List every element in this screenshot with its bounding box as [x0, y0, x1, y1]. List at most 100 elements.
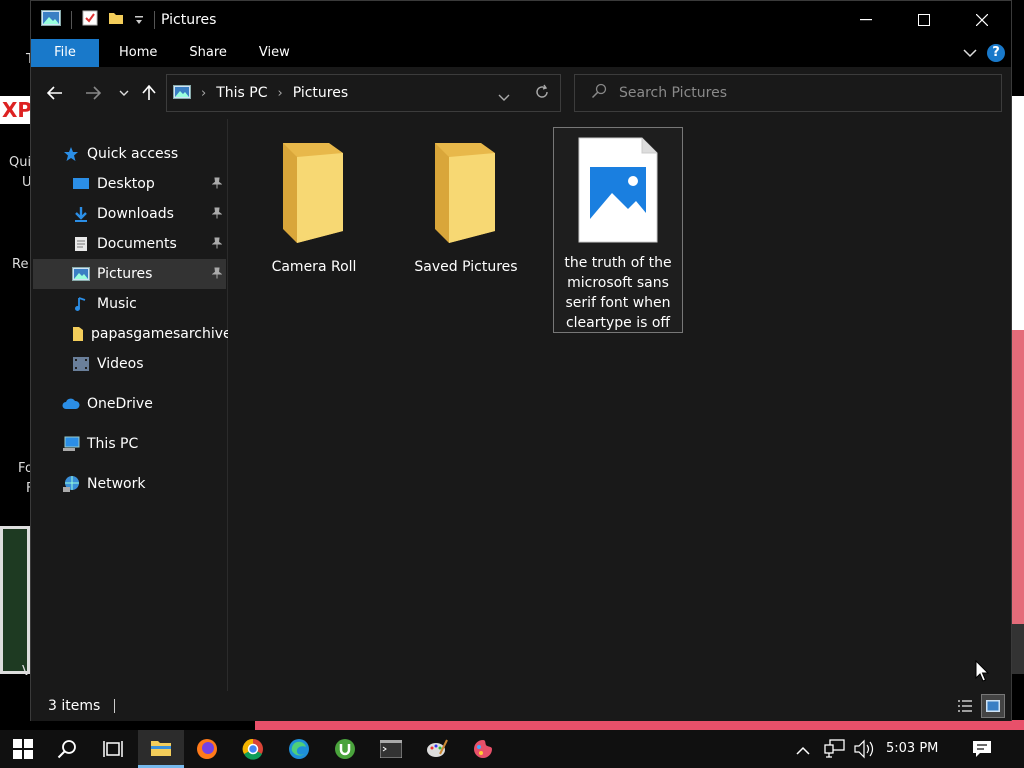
- navigation-pane: Quick access Desktop Downloads Documents: [31, 119, 228, 691]
- pin-icon[interactable]: [211, 267, 223, 283]
- taskbar-clock[interactable]: 5:03 PM: [886, 730, 938, 768]
- customize-quick-access-icon[interactable]: [134, 11, 144, 30]
- details-view-button[interactable]: [953, 694, 977, 718]
- pin-icon[interactable]: [211, 177, 223, 193]
- nav-item-pictures[interactable]: Pictures: [33, 259, 226, 289]
- help-icon[interactable]: ?: [987, 43, 1005, 62]
- taskbar-cmd-icon[interactable]: [368, 730, 414, 768]
- item-label: the truth of the microsoft sans serif fo…: [564, 255, 672, 331]
- up-button[interactable]: [137, 81, 161, 105]
- new-folder-icon[interactable]: [108, 10, 124, 30]
- nav-item-videos[interactable]: Videos: [71, 349, 226, 379]
- nav-item-label: Pictures: [97, 266, 153, 282]
- back-button[interactable]: [43, 81, 67, 105]
- window-title: Pictures: [161, 12, 217, 28]
- item-label: Saved Pictures: [414, 259, 518, 275]
- taskbar-paint3d-icon[interactable]: [460, 730, 506, 768]
- volume-icon[interactable]: [854, 739, 876, 763]
- search-input[interactable]: [619, 85, 979, 101]
- nav-network[interactable]: Network: [61, 469, 226, 499]
- tab-home[interactable]: Home: [103, 39, 173, 67]
- taskbar-firefox-icon[interactable]: [184, 730, 230, 768]
- properties-icon[interactable]: [82, 10, 98, 30]
- nav-item-desktop[interactable]: Desktop: [71, 169, 226, 199]
- action-center-icon[interactable]: [972, 740, 992, 762]
- nav-item-label: Documents: [97, 236, 177, 252]
- window-pictures-icon: [41, 10, 61, 30]
- separator: [154, 11, 155, 29]
- network-icon: [61, 474, 81, 494]
- nav-item-documents[interactable]: Documents: [71, 229, 226, 259]
- desktop-xp-logo: XP: [0, 96, 30, 124]
- expand-ribbon-icon[interactable]: [963, 43, 977, 62]
- desktop-thumbnail: [0, 526, 30, 674]
- address-bar[interactable]: › This PC › Pictures: [166, 74, 561, 112]
- title-bar: Pictures: [31, 1, 1011, 39]
- separator: [71, 11, 72, 29]
- nav-item-label: Network: [87, 476, 146, 492]
- nav-this-pc[interactable]: This PC: [61, 429, 226, 459]
- breadcrumb-pictures[interactable]: Pictures: [293, 85, 348, 101]
- folder-icon: [279, 143, 349, 249]
- background-window-strip: [1012, 330, 1024, 624]
- show-hidden-icons-icon[interactable]: [796, 741, 810, 760]
- taskbar-chrome-icon[interactable]: [230, 730, 276, 768]
- pin-icon[interactable]: [211, 237, 223, 253]
- computer-icon: [61, 434, 81, 454]
- tab-share[interactable]: Share: [173, 39, 243, 67]
- folder-icon: [71, 324, 85, 344]
- nav-item-label: Downloads: [97, 206, 174, 222]
- search-box[interactable]: [574, 74, 1002, 112]
- nav-item-papasgamesarchive[interactable]: papasgamesarchive: [71, 319, 228, 349]
- folder-icon: [431, 143, 501, 249]
- file-image[interactable]: the truth of the microsoft sans serif fo…: [553, 127, 683, 333]
- ribbon-tabs: File Home Share View ?: [31, 39, 1011, 67]
- item-count: 3 items: [48, 698, 101, 714]
- mouse-cursor: [975, 659, 990, 686]
- network-status-icon[interactable]: [824, 739, 846, 763]
- start-button[interactable]: [0, 730, 46, 768]
- breadcrumb-chevron[interactable]: ›: [277, 86, 282, 101]
- taskbar-edge-icon[interactable]: [276, 730, 322, 768]
- nav-item-downloads[interactable]: Downloads: [71, 199, 226, 229]
- nav-onedrive[interactable]: OneDrive: [61, 389, 226, 419]
- file-list: Camera Roll Saved Pictures the truth of …: [229, 119, 1011, 691]
- folder-camera-roll[interactable]: Camera Roll: [249, 139, 379, 277]
- search-button[interactable]: [44, 730, 90, 768]
- file-explorer-window: Pictures File Home Share View ? › This P…: [30, 0, 1012, 721]
- taskbar-paint-icon[interactable]: [414, 730, 460, 768]
- nav-item-label: papasgamesarchive: [91, 326, 228, 342]
- minimize-button[interactable]: [837, 1, 895, 39]
- maximize-button[interactable]: [895, 1, 953, 39]
- separator: [114, 699, 116, 713]
- breadcrumb-this-pc[interactable]: This PC: [216, 85, 267, 101]
- refresh-icon[interactable]: [534, 84, 550, 104]
- desktop-text-fragment: Re: [12, 257, 29, 272]
- tab-file[interactable]: File: [31, 39, 99, 67]
- pin-icon[interactable]: [211, 207, 223, 223]
- recent-locations-button[interactable]: [112, 81, 136, 105]
- task-view-button[interactable]: [90, 730, 136, 768]
- quick-access-toolbar: [41, 10, 155, 30]
- desktop-icon: [71, 174, 91, 194]
- taskbar-utorrent-icon[interactable]: [322, 730, 368, 768]
- folder-saved-pictures[interactable]: Saved Pictures: [401, 139, 531, 277]
- taskbar-file-explorer[interactable]: [138, 730, 184, 768]
- nav-item-music[interactable]: Music: [71, 289, 226, 319]
- breadcrumb-chevron[interactable]: ›: [201, 86, 206, 101]
- large-icons-view-button[interactable]: [981, 694, 1005, 718]
- nav-quick-access[interactable]: Quick access: [61, 139, 226, 169]
- nav-item-label: Music: [97, 296, 137, 312]
- pictures-location-icon: [173, 84, 191, 103]
- close-button[interactable]: [953, 1, 1011, 39]
- videos-icon: [71, 354, 91, 374]
- search-icon: [591, 83, 607, 103]
- background-window-strip: [1012, 96, 1024, 330]
- address-dropdown-icon[interactable]: [498, 87, 510, 106]
- star-icon: [61, 144, 81, 164]
- forward-button[interactable]: [81, 81, 105, 105]
- pictures-icon: [71, 264, 91, 284]
- nav-item-label: Quick access: [87, 146, 179, 162]
- tab-view[interactable]: View: [243, 39, 306, 67]
- item-label: Camera Roll: [271, 259, 357, 275]
